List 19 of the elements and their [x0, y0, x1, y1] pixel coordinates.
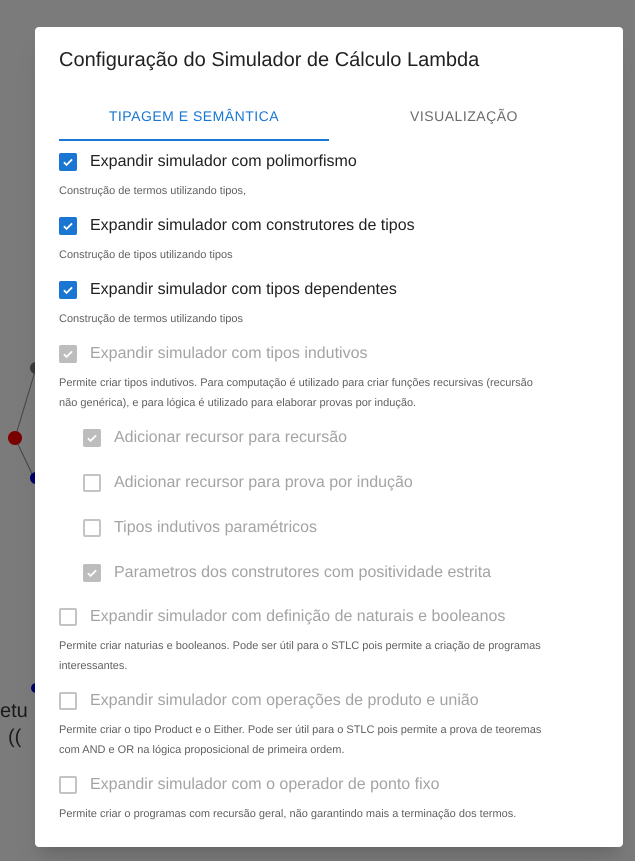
option-description: Permite criar tipos indutivos. Para computação é utilizado para criar funções recursivas (recursão não genérica), e para lógica é utilizado para elaborar provas por indução. [59, 376, 534, 411]
option-description: Construção de termos utilizando tipos, [59, 184, 248, 199]
option-description: Construção de tipos utilizando tipos [59, 248, 234, 263]
option-description: Permite criar o tipo Product e o Either. Pode ser útil para o STLC pois permite a prova de teoremas com AND e OR na lógica proposicional de primeira ordem. [59, 723, 542, 758]
tab[interactable]: TIPAGEM E SEMÂNTICA [59, 93, 329, 141]
checkbox-option[interactable]: Expandir simulador com tipos dependentes [59, 273, 599, 307]
checkbox[interactable] [59, 153, 77, 171]
option-description: Permite criar naturias e booleanos. Pode ser útil para o STLC pois permite a criação de programas interessantes. [59, 639, 542, 674]
checkbox-option[interactable]: Expandir simulador com construtores de tipos [59, 209, 599, 243]
tab[interactable]: VISUALIZAÇÃO [329, 93, 599, 141]
option-description: Construção de termos utilizando tipos [59, 312, 244, 327]
graph-node [8, 431, 22, 445]
checkbox-option[interactable]: Expandir simulador com polimorfismo [59, 145, 599, 179]
background-text: (( [8, 725, 22, 750]
option-description: Permite criar o programas com recursão geral, não garantindo mais a terminação dos termos. [59, 807, 518, 822]
checkbox[interactable] [59, 217, 77, 235]
checkbox[interactable] [59, 281, 77, 299]
dialog-title: Configuração do Simulador de Cálculo Lambda [59, 48, 480, 73]
background-text: etu [0, 699, 28, 724]
